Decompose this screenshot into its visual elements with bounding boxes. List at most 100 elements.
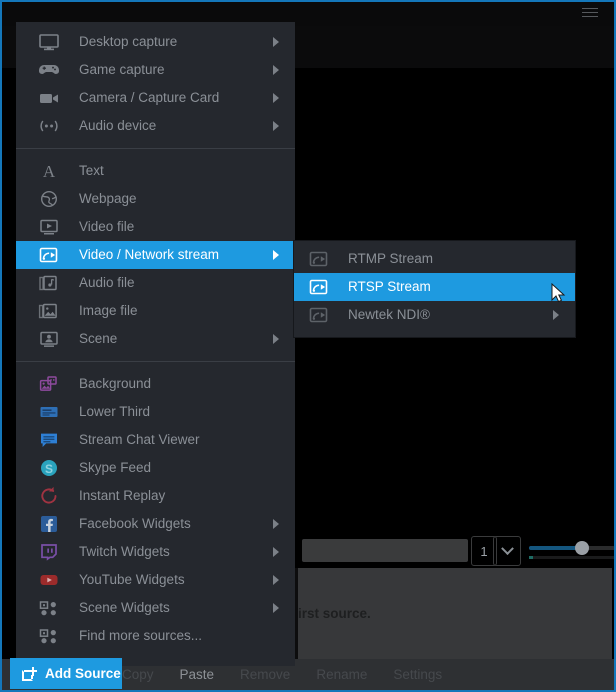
facebook-icon <box>38 514 60 534</box>
menu-item-webpage[interactable]: Webpage <box>16 185 295 213</box>
menu-item-instant-replay[interactable]: Instant Replay <box>16 482 295 510</box>
menu-item-video-network-stream[interactable]: Video / Network stream <box>16 241 295 269</box>
chevron-right-icon <box>273 334 279 344</box>
text-a-icon: A <box>38 161 60 181</box>
audio-meter <box>529 556 614 559</box>
menu-item-background[interactable]: Background <box>16 370 295 398</box>
volume-slider[interactable] <box>529 541 614 555</box>
submenu-item-rtsp-stream[interactable]: RTSP Stream <box>294 273 575 301</box>
chevron-right-icon <box>273 121 279 131</box>
copy-button[interactable]: Copy <box>122 667 154 682</box>
menu-item-facebook-widgets[interactable]: Facebook Widgets <box>16 510 295 538</box>
lower-third-icon <box>38 402 60 422</box>
chevron-right-icon <box>273 547 279 557</box>
skype-icon: S <box>38 458 60 478</box>
dropdown-toggle[interactable] <box>493 536 521 566</box>
chevron-right-icon <box>553 310 559 320</box>
menu-item-find-more-sources[interactable]: Find more sources... <box>16 622 295 650</box>
menu-item-label: Facebook Widgets <box>79 516 191 532</box>
chevron-right-icon <box>273 575 279 585</box>
menu-separator <box>16 361 295 362</box>
chevron-right-icon <box>273 519 279 529</box>
menu-item-desktop-capture[interactable]: Desktop capture <box>16 28 295 56</box>
menu-item-label: Webpage <box>79 191 137 207</box>
twitch-icon <box>38 542 60 562</box>
menu-item-audio-file[interactable]: Audio file <box>16 269 295 297</box>
menu-item-label: Find more sources... <box>79 628 203 644</box>
menu-item-twitch-widgets[interactable]: Twitch Widgets <box>16 538 295 566</box>
menu-item-label: Scene Widgets <box>79 600 170 616</box>
mouse-cursor <box>551 282 567 310</box>
menu-item-label: YouTube Widgets <box>79 572 185 588</box>
audio-meter-level <box>529 556 533 559</box>
network-stream-icon <box>308 249 330 269</box>
menu-item-audio-device[interactable]: Audio device <box>16 112 295 140</box>
submenu-item-label: Newtek NDI® <box>348 307 430 323</box>
hamburger-menu-icon[interactable] <box>582 8 598 18</box>
youtube-icon <box>38 570 60 590</box>
menu-item-camera-capture-card[interactable]: Camera / Capture Card <box>16 84 295 112</box>
image-stack-icon <box>38 301 60 321</box>
menu-item-video-file[interactable]: Video file <box>16 213 295 241</box>
menu-item-label: Audio device <box>79 118 157 134</box>
submenu-item-newtek-ndi[interactable]: Newtek NDI® <box>294 301 575 329</box>
globe-icon <box>38 189 60 209</box>
menu-item-label: Scene <box>79 331 118 347</box>
paste-button[interactable]: Paste <box>180 667 215 682</box>
menu-item-text[interactable]: A Text <box>16 157 295 185</box>
menu-item-label: Instant Replay <box>79 488 166 504</box>
audio-wave-icon <box>38 116 60 136</box>
menu-item-label: Skype Feed <box>79 460 152 476</box>
chevron-right-icon <box>273 93 279 103</box>
search-input[interactable] <box>302 539 468 562</box>
widgets-grid-icon <box>38 626 60 646</box>
rename-button[interactable]: Rename <box>316 667 367 682</box>
menu-item-game-capture[interactable]: Game capture <box>16 56 295 84</box>
menu-item-label: Camera / Capture Card <box>79 90 220 106</box>
app-window: 1 irst source. Copy Paste Remove Rename … <box>0 0 616 692</box>
monitor-icon <box>38 32 60 52</box>
settings-button[interactable]: Settings <box>393 667 442 682</box>
add-frame-plus-icon <box>22 666 37 681</box>
menu-item-skype-feed[interactable]: S Skype Feed <box>16 454 295 482</box>
video-network-stream-submenu: RTMP Stream RTSP Stream Newtek NDI® <box>294 241 575 337</box>
gamepad-icon <box>38 60 60 80</box>
add-source-context-menu: Desktop capture Game capture Camera / Ca… <box>16 22 295 666</box>
menu-item-label: Video file <box>79 219 135 235</box>
chevron-right-icon <box>273 603 279 613</box>
menu-item-label: Desktop capture <box>79 34 178 50</box>
music-note-icon <box>38 273 60 293</box>
remove-button[interactable]: Remove <box>240 667 290 682</box>
menu-item-stream-chat-viewer[interactable]: Stream Chat Viewer <box>16 426 295 454</box>
sources-empty-panel: irst source. <box>295 568 612 663</box>
chevron-right-icon <box>273 37 279 47</box>
background-icon <box>38 374 60 394</box>
network-stream-icon <box>38 245 60 265</box>
menu-item-label: Image file <box>79 303 138 319</box>
menu-item-scene-widgets[interactable]: Scene Widgets <box>16 594 295 622</box>
chevron-right-icon <box>273 250 279 260</box>
scene-icon <box>38 329 60 349</box>
widgets-grid-icon <box>38 598 60 618</box>
submenu-item-label: RTSP Stream <box>348 279 431 295</box>
video-play-icon <box>38 217 60 237</box>
replay-icon <box>38 486 60 506</box>
menu-separator <box>16 148 295 149</box>
menu-item-label: Lower Third <box>79 404 151 420</box>
chevron-right-icon <box>273 65 279 75</box>
menu-item-image-file[interactable]: Image file <box>16 297 295 325</box>
menu-item-scene[interactable]: Scene <box>16 325 295 353</box>
add-source-button[interactable]: Add Source <box>10 658 122 689</box>
menu-item-lower-third[interactable]: Lower Third <box>16 398 295 426</box>
submenu-item-rtmp-stream[interactable]: RTMP Stream <box>294 245 575 273</box>
network-stream-icon <box>308 277 330 297</box>
menu-item-label: Text <box>79 163 104 179</box>
menu-item-label: Audio file <box>79 275 135 291</box>
menu-item-youtube-widgets[interactable]: YouTube Widgets <box>16 566 295 594</box>
menu-item-label: Twitch Widgets <box>79 544 170 560</box>
volume-slider-handle[interactable] <box>575 541 589 555</box>
svg-text:A: A <box>43 162 56 181</box>
menu-item-label: Background <box>79 376 152 392</box>
empty-hint-text: irst source. <box>298 606 371 621</box>
add-source-label: Add Source <box>45 666 121 681</box>
